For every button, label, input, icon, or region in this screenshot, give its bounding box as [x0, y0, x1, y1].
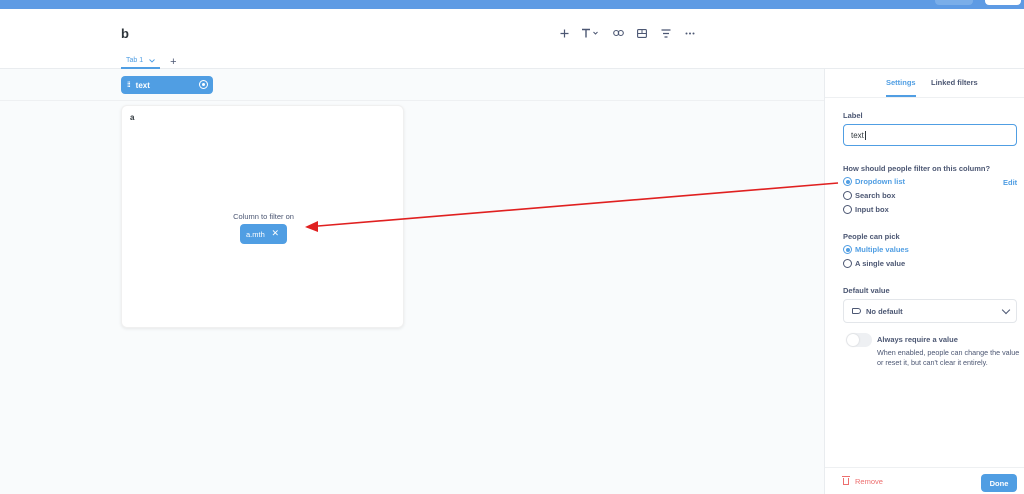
section-icon[interactable]: [630, 25, 654, 41]
add-tab-button[interactable]: +: [170, 56, 176, 68]
radio-label: Input box: [855, 205, 889, 214]
radio-search-box[interactable]: Search box: [843, 191, 895, 200]
label-heading: Label: [843, 111, 863, 120]
radio-label: Dropdown list: [855, 177, 905, 186]
radio-label: Search box: [855, 191, 896, 200]
label-input-value: text: [851, 130, 864, 140]
panel-footer: Remove Done: [825, 467, 1024, 494]
default-value-text: No default: [866, 306, 903, 316]
more-icon[interactable]: [678, 25, 702, 41]
column-chip-label: a.mth: [246, 229, 265, 239]
default-value-select[interactable]: No default: [843, 299, 1017, 323]
filter-pill-label: text: [135, 80, 150, 90]
edit-link[interactable]: Edit: [1003, 178, 1017, 187]
filter-icon[interactable]: [654, 25, 678, 41]
dashboard-header: b Tab 1 +: [0, 9, 1024, 69]
dashboard-card[interactable]: a Column to filter on a.mth ✕: [121, 105, 404, 328]
dashboard-tabs: Tab 1 +: [121, 54, 177, 69]
require-value-title: Always require a value: [877, 335, 958, 344]
trash-icon: [842, 476, 850, 485]
require-value-help: When enabled, people can change the valu…: [877, 348, 1020, 367]
chevron-down-icon: [1001, 305, 1011, 315]
remove-button[interactable]: Remove: [842, 476, 883, 486]
text-caret: [864, 130, 866, 140]
radio-unselected-icon: [843, 191, 852, 200]
dashboard-title[interactable]: b: [121, 26, 129, 41]
close-icon[interactable]: ✕: [271, 228, 279, 239]
filter-pill-text[interactable]: ⁞⁞ text: [121, 76, 213, 94]
top-bar-button[interactable]: [935, 0, 973, 5]
dashboard-toolbar: [552, 25, 702, 41]
plus-icon[interactable]: [552, 25, 576, 41]
chevron-down-icon[interactable]: [149, 58, 155, 63]
radio-label: A single value: [855, 259, 906, 268]
radio-dropdown-list[interactable]: Dropdown list: [843, 177, 905, 186]
filter-bar: ⁞⁞ text: [0, 69, 824, 101]
top-bar-save-button[interactable]: [985, 0, 1021, 5]
radio-input-box[interactable]: Input box: [843, 205, 889, 214]
default-value-heading: Default value: [843, 286, 890, 295]
require-value-toggle[interactable]: [846, 333, 872, 347]
card-title: a: [130, 113, 135, 122]
grip-icon[interactable]: ⁞⁞: [127, 82, 131, 89]
text-icon[interactable]: [576, 25, 606, 41]
radio-single-value[interactable]: A single value: [843, 259, 905, 268]
remove-label: Remove: [855, 477, 883, 486]
people-can-pick-heading: People can pick: [843, 232, 900, 241]
link-icon[interactable]: [606, 25, 630, 41]
filter-type-heading: How should people filter on this column?: [843, 164, 991, 173]
panel-tabs: Settings Linked filters: [825, 69, 1024, 98]
radio-selected-icon: [843, 245, 852, 254]
label-input[interactable]: text: [843, 124, 1017, 146]
radio-unselected-icon: [843, 259, 852, 268]
done-button[interactable]: Done: [981, 474, 1017, 492]
gear-icon[interactable]: [199, 80, 208, 89]
radio-multiple-values[interactable]: Multiple values: [843, 245, 909, 254]
tab-1[interactable]: Tab 1: [121, 54, 161, 69]
column-to-filter-label: Column to filter on: [233, 212, 294, 221]
tag-icon: [852, 308, 861, 314]
app-top-bar: [0, 0, 1024, 9]
radio-unselected-icon: [843, 205, 852, 214]
tab-settings[interactable]: Settings: [886, 78, 916, 97]
radio-label: Multiple values: [855, 245, 909, 254]
filter-settings-panel: Settings Linked filters Label text How s…: [824, 69, 1024, 494]
column-chip[interactable]: a.mth ✕: [240, 224, 287, 244]
tab-label: Tab 1: [126, 57, 144, 64]
radio-selected-icon: [843, 177, 852, 186]
tab-linked-filters[interactable]: Linked filters: [931, 78, 978, 87]
